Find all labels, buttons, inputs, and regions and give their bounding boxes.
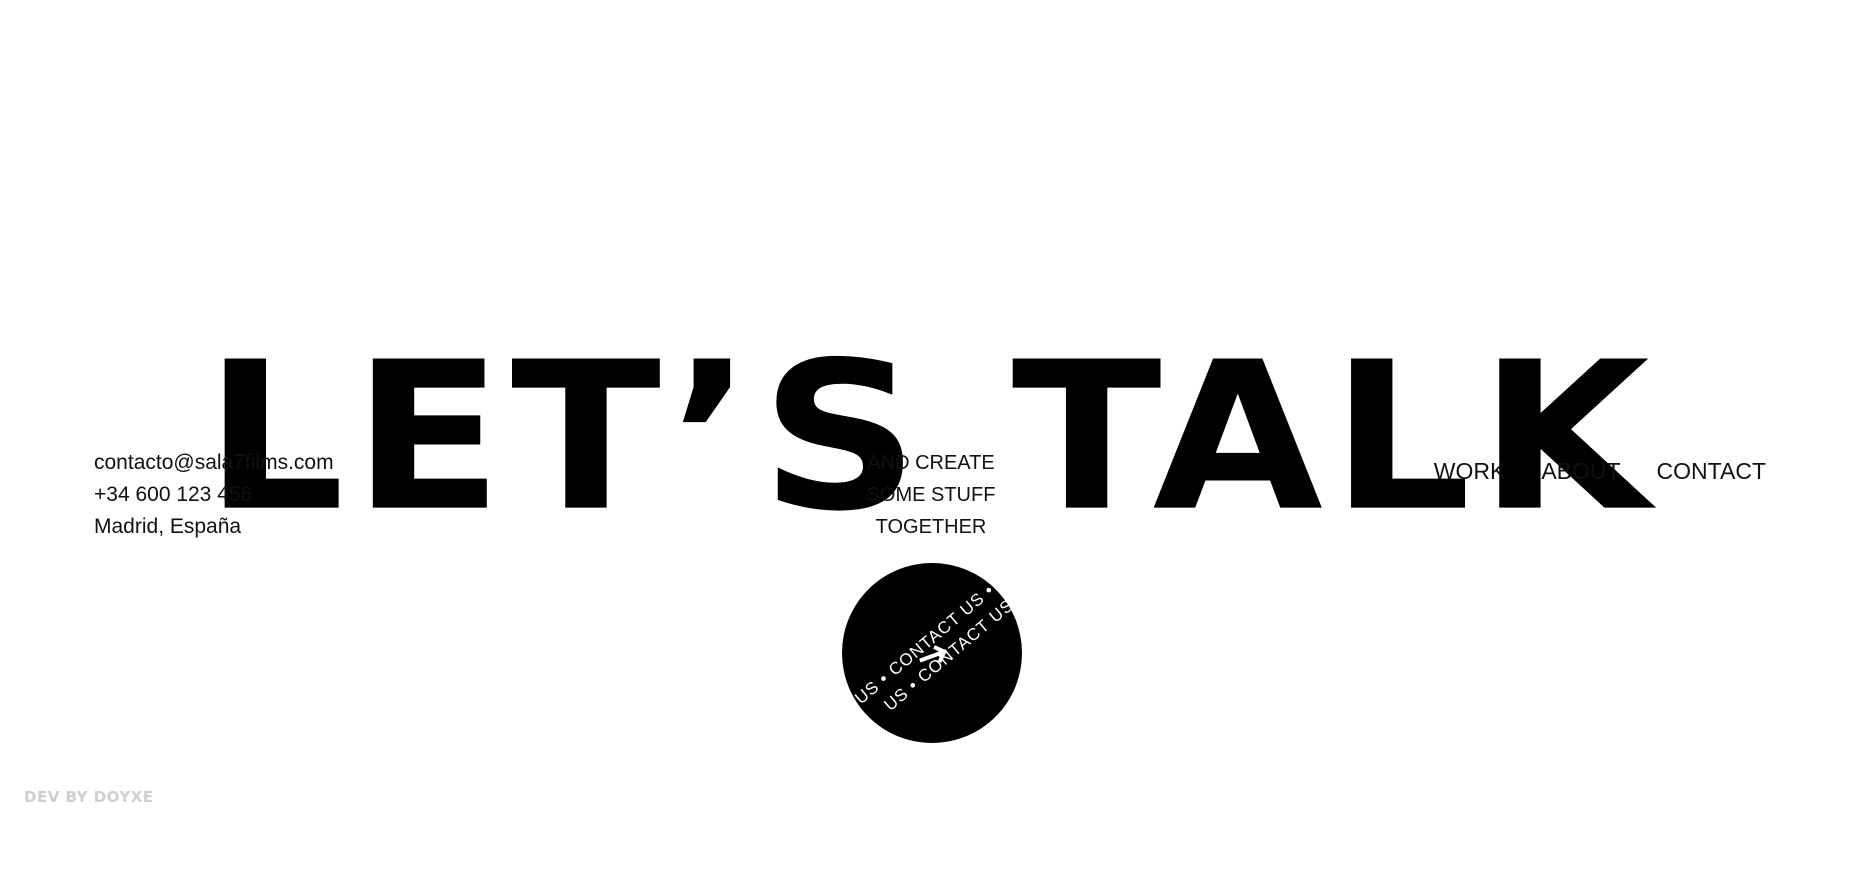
nav-contact-link[interactable]: CONTACT <box>1657 458 1766 485</box>
email-link[interactable]: contacto@sala7films.com <box>94 447 334 479</box>
tagline-line-2: SOME STUFF <box>866 484 996 506</box>
nav-about-link[interactable]: ABOUT <box>1541 458 1620 485</box>
contact-us-badge: US • CONTACT US • US • CONTACT US • <box>851 580 1022 714</box>
nav-work-link[interactable]: WORK <box>1434 458 1506 485</box>
phone-link[interactable]: +34 600 123 456 <box>94 479 334 511</box>
tagline-line-1: AND CREATE <box>867 452 995 474</box>
location-text: Madrid, España <box>94 515 242 538</box>
contact-us-button[interactable]: US • CONTACT US • US • CONTACT US • <box>842 563 1022 743</box>
contact-info: contacto@sala7films.com +34 600 123 456 … <box>94 447 334 543</box>
tagline-line-3: TOGETHER <box>875 516 987 538</box>
tagline: AND CREATE SOME STUFF TOGETHER <box>831 447 1031 543</box>
developer-credit[interactable]: DEV BY DOYXE <box>24 788 154 806</box>
main-nav: WORK ABOUT CONTACT <box>1434 458 1766 485</box>
